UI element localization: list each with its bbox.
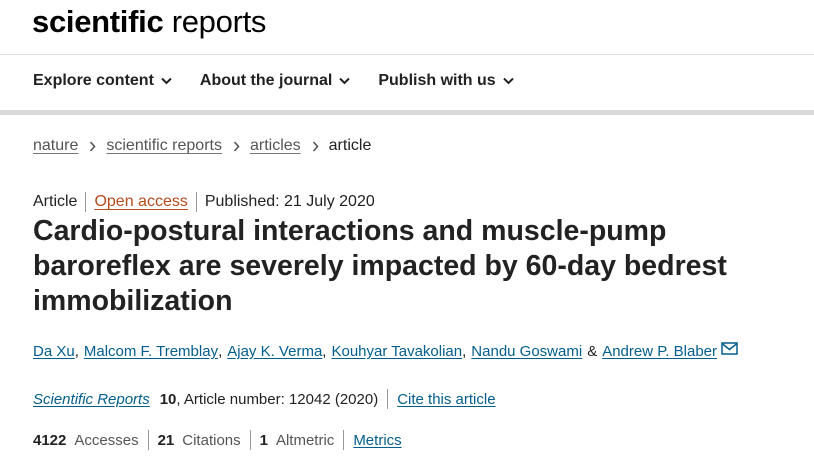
nav-label: About the journal	[199, 72, 333, 89]
citation-line: Scientific Reports 10 , Article number: …	[33, 389, 496, 409]
chevron-right-icon	[90, 140, 96, 152]
metrics-link[interactable]: Metrics	[353, 432, 401, 449]
volume-number: 10	[159, 390, 177, 408]
nav-label: Publish with us	[378, 72, 496, 89]
breadcrumb-articles[interactable]: articles	[250, 137, 301, 155]
author-link[interactable]: Ajay K. Verma	[227, 343, 322, 360]
cite-this-article-link[interactable]: Cite this article	[397, 391, 495, 408]
chevron-down-icon	[339, 77, 351, 85]
metrics-divider	[147, 430, 149, 450]
chevron-down-icon	[502, 77, 514, 85]
nav-explore-content[interactable]: Explore content	[33, 72, 172, 90]
author-link[interactable]: Andrew P. Blaber	[602, 343, 717, 360]
metrics-divider	[343, 430, 345, 450]
article-title: Cardio-postural interactions and muscle-…	[33, 215, 727, 317]
header-divider	[0, 54, 814, 55]
nav-about-journal[interactable]: About the journal	[199, 72, 351, 90]
author-list: Da Xu, Malcom F. Tremblay, Ajay K. Verma…	[33, 342, 738, 360]
article-metrics: 4122 Accesses 21 Citations 1 Altmetric M…	[33, 430, 402, 450]
site-logo[interactable]: scientific reports	[32, 4, 266, 40]
published-date: Published: 21 July 2020	[204, 193, 375, 210]
citation-divider	[387, 389, 389, 409]
chevron-right-icon	[312, 140, 319, 152]
main-nav: Explore content About the journal Publis…	[33, 72, 514, 90]
meta-divider	[85, 192, 87, 212]
open-access-link[interactable]: Open access	[94, 193, 187, 211]
metrics-divider	[249, 430, 251, 450]
meta-divider	[195, 192, 197, 212]
nav-label: Explore content	[33, 72, 154, 89]
article-number: , Article number: 12042 (2020)	[176, 390, 379, 408]
author-ampersand: &	[587, 343, 598, 360]
breadcrumb-current: article	[328, 137, 372, 154]
altmetric-label: Altmetric	[275, 431, 335, 449]
article-meta: Article Open access Published: 21 July 2…	[33, 192, 375, 212]
email-icon[interactable]	[721, 342, 738, 355]
logo-light-text: reports	[171, 4, 267, 39]
article-type: Article	[33, 193, 78, 210]
author-link[interactable]: Da Xu	[33, 343, 75, 360]
chevron-down-icon	[161, 77, 172, 85]
author-link[interactable]: Malcom F. Tremblay	[84, 343, 218, 360]
journal-link[interactable]: Scientific Reports	[33, 391, 150, 408]
nav-publish-with-us[interactable]: Publish with us	[378, 72, 514, 90]
nav-divider	[0, 110, 814, 115]
author-link[interactable]: Kouhyar Tavakolian	[331, 343, 462, 360]
accesses-label: Accesses	[74, 431, 139, 449]
author-link[interactable]: Nandu Goswami	[471, 343, 582, 360]
altmetric-count: 1	[259, 431, 268, 449]
chevron-right-icon	[233, 140, 240, 152]
citations-label: Citations	[182, 431, 241, 449]
accesses-count: 4122	[33, 431, 67, 449]
logo-bold-text: scientific	[32, 4, 164, 39]
breadcrumb-nature[interactable]: nature	[33, 137, 78, 155]
breadcrumb-scientific-reports[interactable]: scientific reports	[106, 137, 222, 155]
citations-count: 21	[157, 431, 175, 449]
breadcrumb: nature scientific reports articles artic…	[33, 137, 371, 155]
